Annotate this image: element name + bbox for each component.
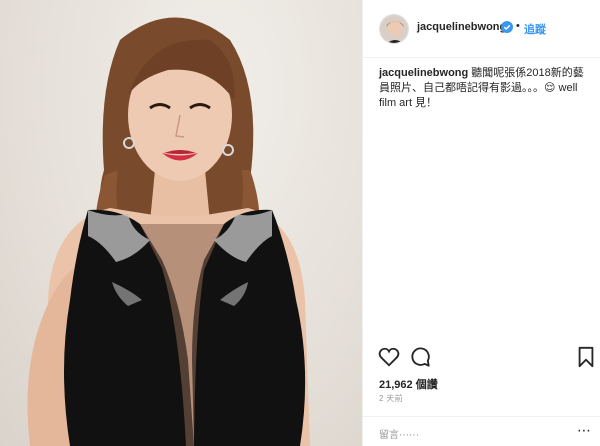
bookmark-icon[interactable] [575,346,597,368]
comment-input[interactable]: 留言⋯⋯ [379,426,419,441]
more-options-icon[interactable]: ⋯ [577,422,591,439]
avatar[interactable] [379,14,409,44]
header-username[interactable]: jacquelinebwong [417,21,506,33]
comment-box: 留言⋯⋯ ⋯ [363,416,600,446]
post-caption: jacquelinebwong 聽聞呢張係2018新的藝員照片、自己都唔記得有影… [379,66,589,111]
portrait-illustration [27,17,310,446]
post-header: jacquelinebwong • 追蹤 [363,0,600,58]
separator-dot: • [516,20,520,32]
post-side-panel: jacquelinebwong • 追蹤 jacquelinebwong 聽聞呢… [362,0,600,446]
follow-button[interactable]: 追蹤 [524,21,546,37]
post-photo[interactable] [0,0,362,446]
caption-username[interactable]: jacquelinebwong [379,67,468,79]
instagram-post: jacquelinebwong • 追蹤 jacquelinebwong 聽聞呢… [0,0,600,446]
verified-badge-icon [501,21,513,33]
action-bar [363,346,600,368]
post-timestamp[interactable]: 2 天前 [379,393,403,404]
avatar-image [380,15,408,43]
comment-icon[interactable] [409,346,431,368]
heart-icon[interactable] [378,346,400,368]
likes-count[interactable]: 21,962 個讚 [379,376,438,392]
